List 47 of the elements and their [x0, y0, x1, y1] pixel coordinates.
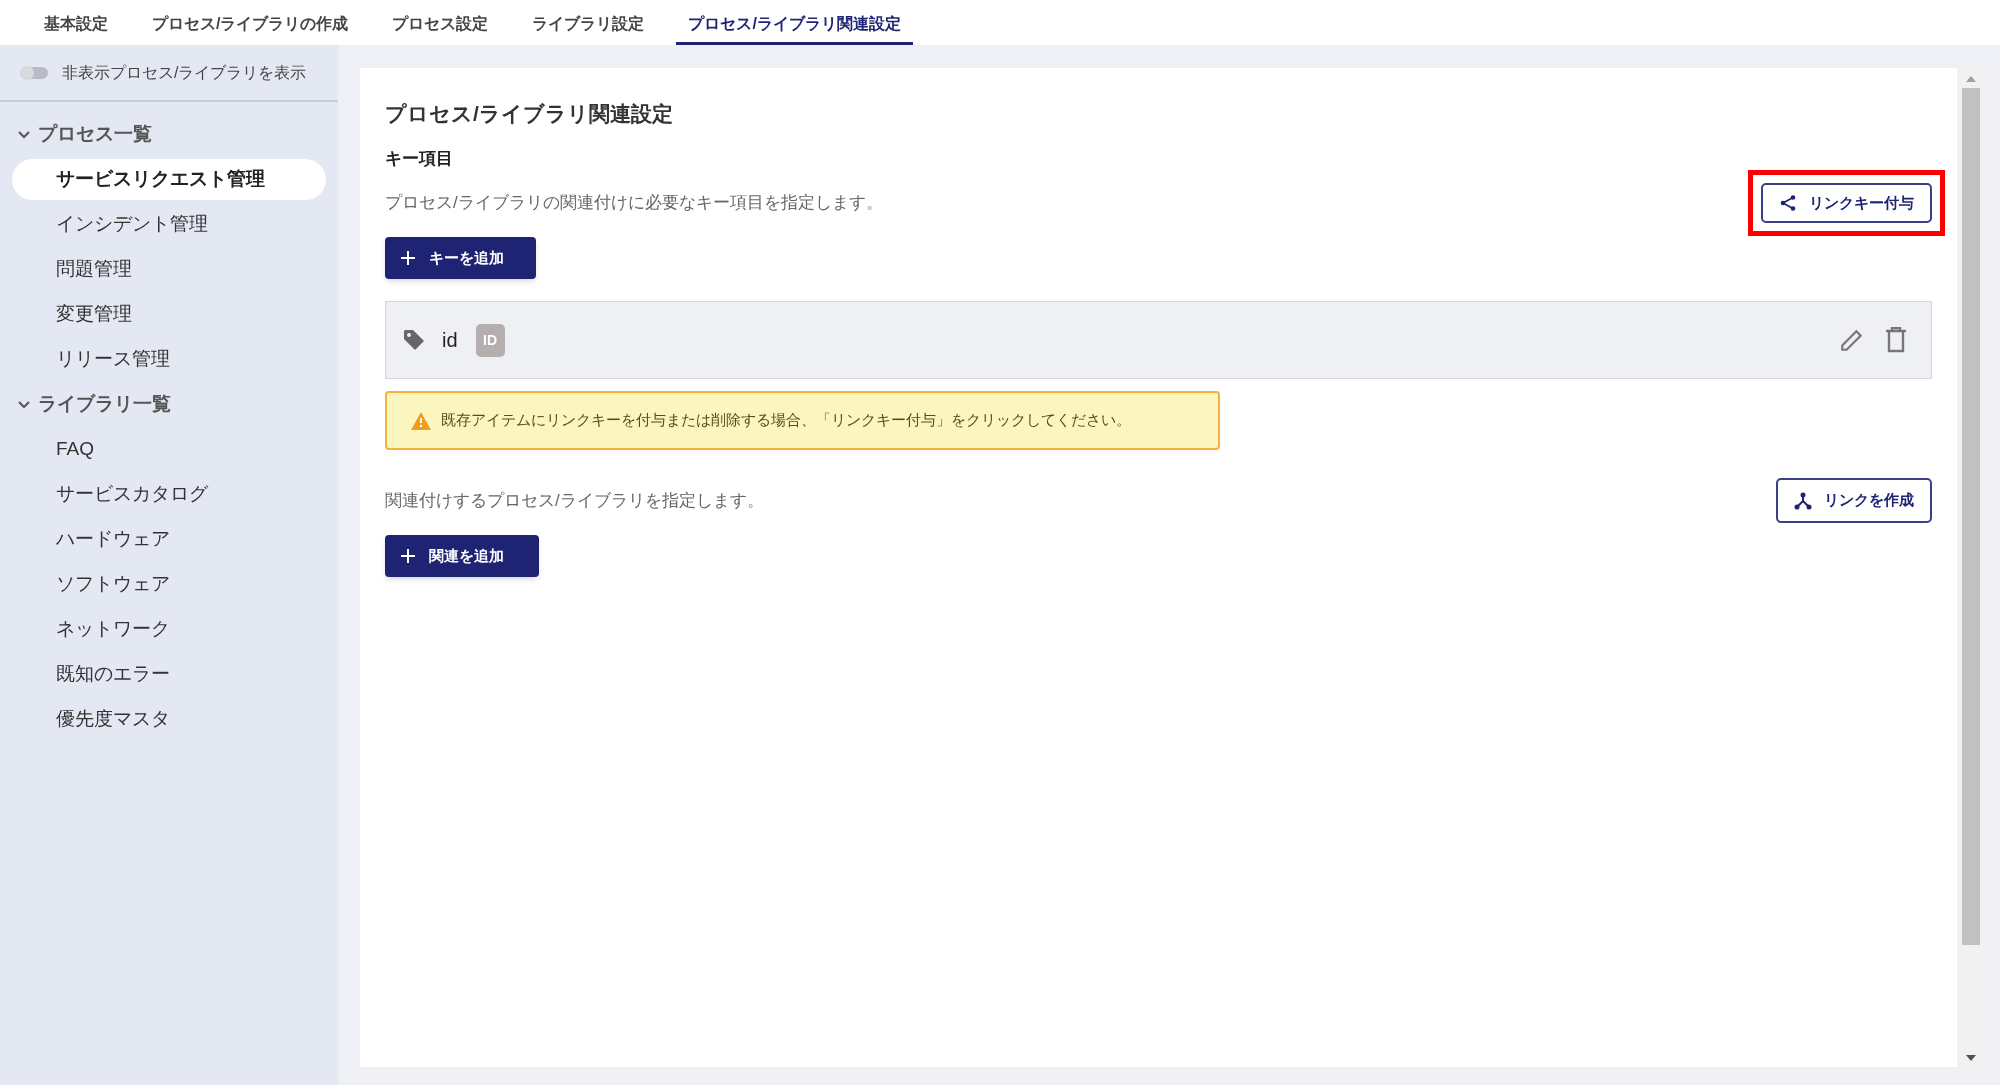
scrollbar[interactable] — [1957, 68, 1985, 1067]
sidebar-item[interactable]: インシデント管理 — [12, 204, 326, 245]
tag-icon — [402, 328, 426, 352]
group-label: プロセス一覧 — [38, 122, 152, 147]
group-header[interactable]: プロセス一覧 — [0, 112, 338, 157]
hierarchy-icon — [1794, 491, 1812, 510]
tab[interactable]: ライブラリ設定 — [520, 5, 657, 45]
trash-icon — [1885, 327, 1907, 353]
warning-icon — [411, 411, 431, 430]
section-description: プロセス/ライブラリの関連付けに必要なキー項目を指定します。 — [385, 192, 883, 215]
group-header[interactable]: ライブラリ一覧 — [0, 382, 338, 427]
tab[interactable]: プロセス/ライブラリの作成 — [140, 5, 361, 45]
chevron-down-icon — [18, 400, 30, 409]
sidebar-item[interactable]: ソフトウェア — [12, 564, 326, 605]
plus-icon — [401, 549, 415, 563]
section-heading: キー項目 — [385, 147, 454, 170]
tab[interactable]: プロセス設定 — [380, 5, 501, 45]
page-title: プロセス/ライブラリ関連設定 — [385, 101, 674, 127]
scroll-up-icon[interactable] — [1966, 76, 1976, 82]
link-key-button[interactable]: リンクキー付与 — [1761, 183, 1932, 223]
sidebar-item[interactable]: 問題管理 — [12, 249, 326, 290]
plus-icon — [401, 251, 415, 265]
key-badge: ID — [475, 323, 505, 357]
sidebar-item[interactable]: 優先度マスタ — [12, 699, 326, 740]
create-link-button[interactable]: リンクを作成 — [1776, 478, 1932, 523]
toggle-label: 非表示プロセス/ライブラリを表示 — [62, 62, 307, 83]
tab[interactable]: プロセス/ライブラリ関連設定 — [676, 5, 913, 45]
tab[interactable]: 基本設定 — [32, 5, 120, 45]
key-name: id — [442, 328, 458, 353]
sidebar-item[interactable]: リリース管理 — [12, 339, 326, 380]
sidebar-item[interactable]: 変更管理 — [12, 294, 326, 335]
scroll-down-icon[interactable] — [1966, 1055, 1976, 1061]
sidebar-item[interactable]: サービスカタログ — [12, 474, 326, 515]
pencil-icon — [1839, 327, 1865, 353]
warning-text: 既存アイテムにリンクキーを付与または削除する場合、「リンクキー付与」をクリックしてください。 — [441, 410, 1131, 431]
chevron-down-icon — [18, 130, 30, 139]
sidebar-item[interactable]: 既知のエラー — [12, 654, 326, 695]
sidebar-item[interactable]: FAQ — [12, 429, 326, 470]
sidebar-item[interactable]: ハードウェア — [12, 519, 326, 560]
add-button[interactable]: 関連を追加 — [385, 535, 539, 577]
section-description: 関連付けするプロセス/ライブラリを指定します。 — [385, 489, 764, 512]
toggle-switch[interactable] — [20, 66, 48, 79]
sidebar-item[interactable]: ネットワーク — [12, 609, 326, 650]
sidebar-item[interactable]: サービスリクエスト管理 — [12, 159, 326, 200]
add-button[interactable]: キーを追加 — [385, 237, 536, 279]
share-icon — [1779, 194, 1797, 212]
group-label: ライブラリ一覧 — [38, 392, 171, 417]
